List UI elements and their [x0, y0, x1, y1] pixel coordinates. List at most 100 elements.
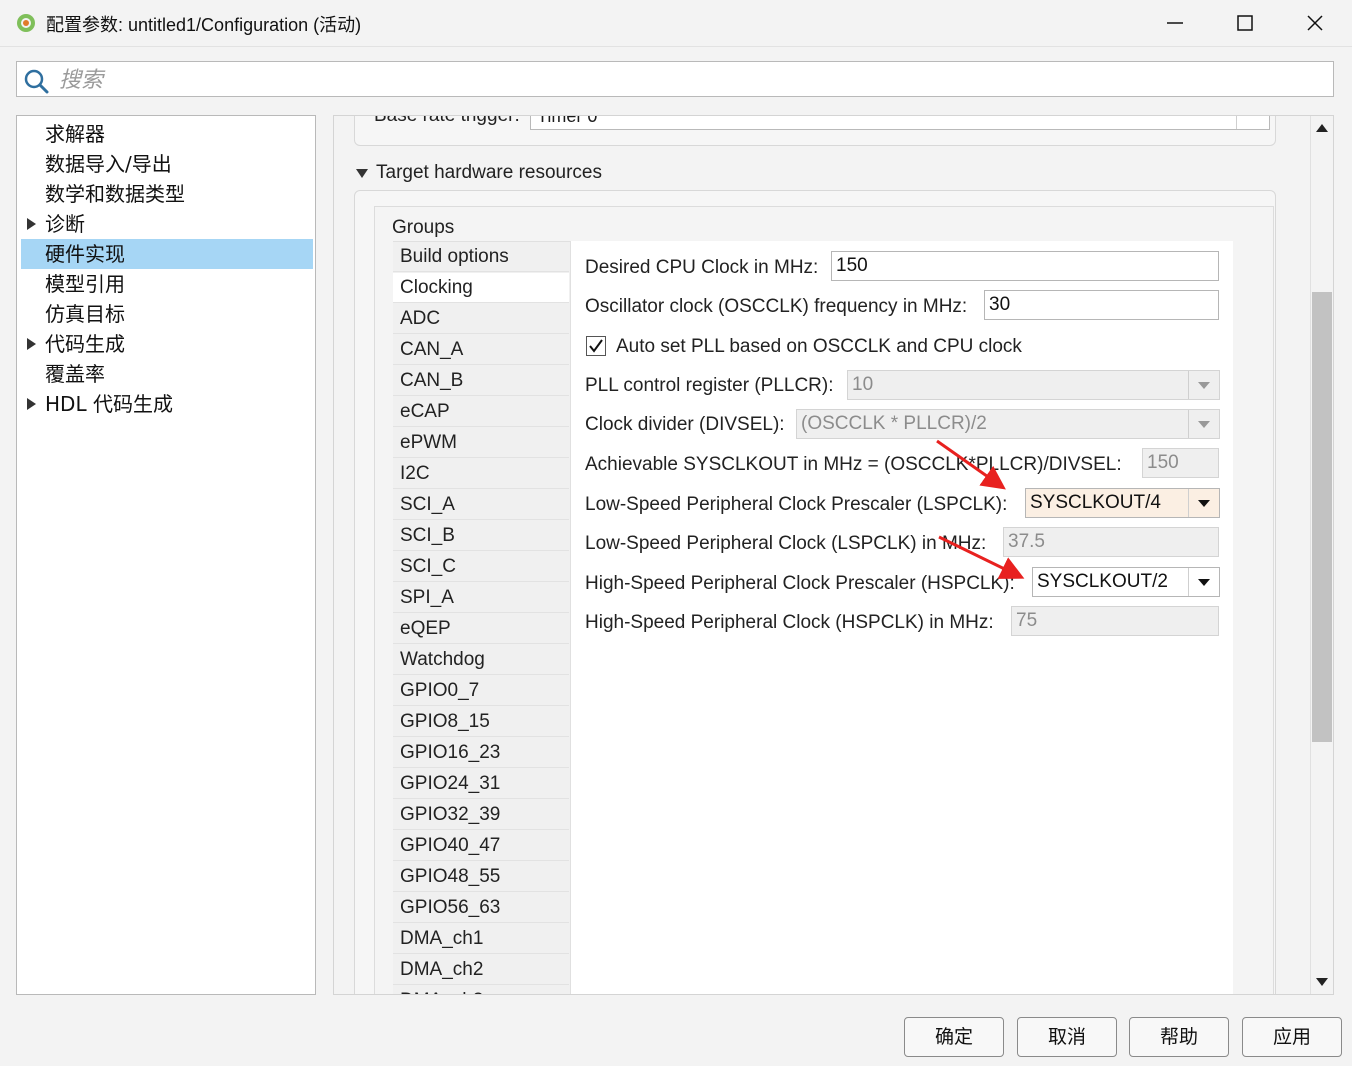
nav-item-hdl-code-generation[interactable]: HDL 代码生成: [21, 389, 313, 419]
nav-item-code-generation[interactable]: 代码生成: [21, 329, 313, 359]
nav-item-diagnostics[interactable]: 诊断: [21, 209, 313, 239]
group-item-can-b[interactable]: CAN_B: [393, 366, 569, 396]
dropdown-arrow-icon[interactable]: [1188, 568, 1219, 596]
group-item-gpio0-7[interactable]: GPIO0_7: [393, 676, 569, 706]
groups-list: Build options Clocking ADC CAN_A CAN_B e…: [393, 241, 571, 994]
osc-clock-label: Oscillator clock (OSCCLK) frequency in M…: [585, 296, 968, 317]
group-item-sci-b[interactable]: SCI_B: [393, 521, 569, 551]
groups-label: Groups: [392, 217, 455, 238]
auto-pll-checkbox[interactable]: [586, 336, 606, 356]
window-title: 配置参数: untitled1/Configuration (活动): [46, 15, 362, 35]
hspclk-prescaler-select[interactable]: SYSCLKOUT/2: [1032, 567, 1220, 597]
section-title[interactable]: Target hardware resources: [376, 162, 602, 184]
group-item-sci-a[interactable]: SCI_A: [393, 490, 569, 520]
dropdown-arrow-icon: [1188, 410, 1219, 438]
hspclk-label: High-Speed Peripheral Clock (HSPCLK) in …: [585, 612, 994, 633]
group-item-adc[interactable]: ADC: [393, 304, 569, 334]
sysclkout-label: Achievable SYSCLKOUT in MHz = (OSCCLK*PL…: [585, 454, 1122, 475]
group-item-spi-a[interactable]: SPI_A: [393, 583, 569, 613]
nav-item-math-data-types[interactable]: 数学和数据类型: [21, 179, 313, 209]
scroll-thumb[interactable]: [1312, 292, 1332, 742]
lspclk-prescaler-select[interactable]: SYSCLKOUT/4: [1025, 488, 1220, 518]
group-item-clocking[interactable]: Clocking: [393, 273, 569, 303]
pllcr-select: 10: [847, 370, 1220, 400]
clocking-parameters: Desired CPU Clock in MHz: 150 Oscillator…: [570, 241, 1233, 994]
search-input[interactable]: [57, 65, 1321, 95]
nav-item-simulation-target[interactable]: 仿真目标: [21, 299, 313, 329]
nav-item-solver[interactable]: 求解器: [21, 119, 313, 149]
nav-item-data-import-export[interactable]: 数据导入/导出: [21, 149, 313, 179]
checkmark-icon: [589, 339, 603, 353]
ok-button[interactable]: 确定: [904, 1017, 1004, 1057]
maximize-button[interactable]: [1210, 0, 1280, 46]
group-item-gpio40-47[interactable]: GPIO40_47: [393, 831, 569, 861]
group-item-eqep[interactable]: eQEP: [393, 614, 569, 644]
sysclkout-field: 150: [1142, 448, 1219, 478]
title-bar: 配置参数: untitled1/Configuration (活动): [0, 0, 1352, 47]
base-rate-trigger-value: Timer 0: [537, 116, 598, 126]
apply-button[interactable]: 应用: [1242, 1017, 1342, 1057]
group-item-gpio48-55[interactable]: GPIO48_55: [393, 862, 569, 892]
cancel-button[interactable]: 取消: [1017, 1017, 1117, 1057]
dropdown-arrow-icon[interactable]: [1236, 116, 1269, 129]
group-item-gpio16-23[interactable]: GPIO16_23: [393, 738, 569, 768]
nav-item-label: 求解器: [45, 122, 105, 146]
lspclk-prescaler-label: Low-Speed Peripheral Clock Prescaler (LS…: [585, 494, 1008, 515]
vertical-scrollbar[interactable]: [1310, 116, 1333, 994]
collapse-arrow-icon[interactable]: [356, 169, 368, 178]
group-item-watchdog[interactable]: Watchdog: [393, 645, 569, 675]
divsel-value: (OSCCLK * PLLCR)/2: [801, 413, 987, 434]
settings-panel: Base rate trigger: Timer 0 Target hardwa…: [333, 115, 1334, 995]
group-item-sci-c[interactable]: SCI_C: [393, 552, 569, 582]
dropdown-arrow-icon[interactable]: [1188, 489, 1219, 517]
group-item-dma-ch1[interactable]: DMA_ch1: [393, 924, 569, 954]
auto-pll-label: Auto set PLL based on OSCCLK and CPU clo…: [616, 336, 1022, 357]
cpu-clock-input[interactable]: 150: [831, 251, 1219, 281]
hspclk-field: 75: [1011, 606, 1219, 636]
dropdown-arrow-icon: [1188, 371, 1219, 399]
group-item-ecap[interactable]: eCAP: [393, 397, 569, 427]
group-item-gpio32-39[interactable]: GPIO32_39: [393, 800, 569, 830]
settings-content: Base rate trigger: Timer 0 Target hardwa…: [334, 116, 1312, 994]
group-item-epwm[interactable]: ePWM: [393, 428, 569, 458]
lspclk-prescaler-value: SYSCLKOUT/4: [1030, 492, 1161, 513]
nav-item-label: 数学和数据类型: [45, 182, 185, 206]
scroll-down-icon[interactable]: [1316, 978, 1328, 986]
base-rate-trigger-select[interactable]: Timer 0: [530, 116, 1270, 130]
divsel-label: Clock divider (DIVSEL):: [585, 414, 785, 435]
search-icon: [24, 69, 49, 94]
pllcr-label: PLL control register (PLLCR):: [585, 375, 834, 396]
group-item-i2c[interactable]: I2C: [393, 459, 569, 489]
nav-item-label: HDL 代码生成: [45, 392, 173, 416]
nav-item-label: 仿真目标: [45, 302, 125, 326]
nav-item-label: 诊断: [45, 212, 85, 236]
group-item-can-a[interactable]: CAN_A: [393, 335, 569, 365]
nav-item-hardware-implementation[interactable]: 硬件实现: [21, 239, 313, 269]
group-item-build-options[interactable]: Build options: [393, 242, 569, 272]
nav-item-coverage[interactable]: 覆盖率: [21, 359, 313, 389]
group-item-gpio8-15[interactable]: GPIO8_15: [393, 707, 569, 737]
nav-item-model-referencing[interactable]: 模型引用: [21, 269, 313, 299]
group-item-gpio56-63[interactable]: GPIO56_63: [393, 893, 569, 923]
group-item-dma-ch2[interactable]: DMA_ch2: [393, 955, 569, 985]
hspclk-prescaler-value: SYSCLKOUT/2: [1037, 571, 1168, 592]
osc-clock-input[interactable]: 30: [984, 290, 1219, 320]
scroll-up-icon[interactable]: [1316, 124, 1328, 132]
group-item-dma-ch3[interactable]: DMA_ch3: [393, 986, 569, 994]
nav-item-label: 数据导入/导出: [45, 152, 172, 176]
help-button[interactable]: 帮助: [1129, 1017, 1229, 1057]
nav-item-label: 代码生成: [45, 332, 125, 356]
minimize-button[interactable]: [1140, 0, 1210, 46]
nav-item-label: 覆盖率: [45, 362, 105, 386]
close-icon: [1307, 15, 1323, 31]
close-button[interactable]: [1280, 0, 1350, 46]
lspclk-label: Low-Speed Peripheral Clock (LSPCLK) in M…: [585, 533, 987, 554]
nav-item-label: 模型引用: [45, 272, 125, 296]
group-item-gpio24-31[interactable]: GPIO24_31: [393, 769, 569, 799]
expand-arrow-icon[interactable]: [27, 338, 36, 350]
expand-arrow-icon[interactable]: [27, 398, 36, 410]
lspclk-field: 37.5: [1003, 527, 1219, 557]
search-bar: [16, 61, 1334, 97]
divsel-select: (OSCCLK * PLLCR)/2: [796, 409, 1220, 439]
expand-arrow-icon[interactable]: [27, 218, 36, 230]
